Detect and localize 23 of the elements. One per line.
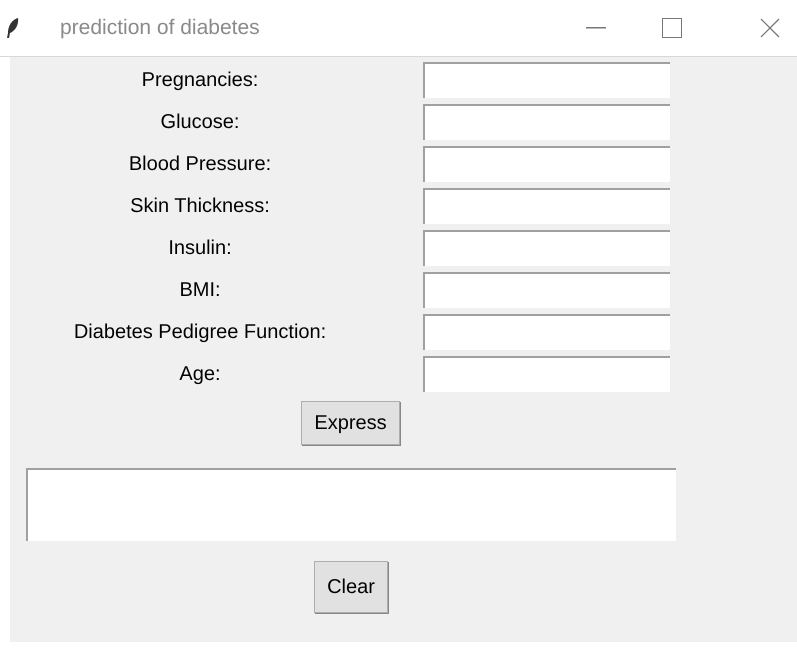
- field-label: BMI:: [179, 278, 221, 303]
- input-field[interactable]: [423, 230, 670, 266]
- express-button[interactable]: Express: [301, 401, 400, 445]
- input-field[interactable]: [423, 314, 670, 350]
- field-label: Insulin:: [168, 236, 232, 261]
- field-label: Glucose:: [160, 110, 240, 135]
- close-icon[interactable]: [760, 18, 780, 38]
- input-field[interactable]: [423, 356, 670, 392]
- minimize-icon[interactable]: [586, 27, 606, 29]
- feather-icon: [6, 17, 20, 39]
- input-field[interactable]: [423, 62, 670, 98]
- field-label: Pregnancies:: [142, 68, 258, 93]
- field-label: Diabetes Pedigree Function:: [74, 320, 326, 345]
- field-label: Age:: [179, 362, 221, 387]
- maximize-icon[interactable]: [662, 18, 682, 38]
- field-label: Skin Thickness:: [130, 194, 270, 219]
- clear-button[interactable]: Clear: [314, 561, 388, 613]
- input-field[interactable]: [423, 146, 670, 182]
- input-field[interactable]: [423, 272, 670, 308]
- input-field[interactable]: [423, 104, 670, 140]
- field-label: Blood Pressure:: [128, 152, 272, 177]
- window-title: prediction of diabetes: [60, 15, 260, 42]
- input-field[interactable]: [423, 188, 670, 224]
